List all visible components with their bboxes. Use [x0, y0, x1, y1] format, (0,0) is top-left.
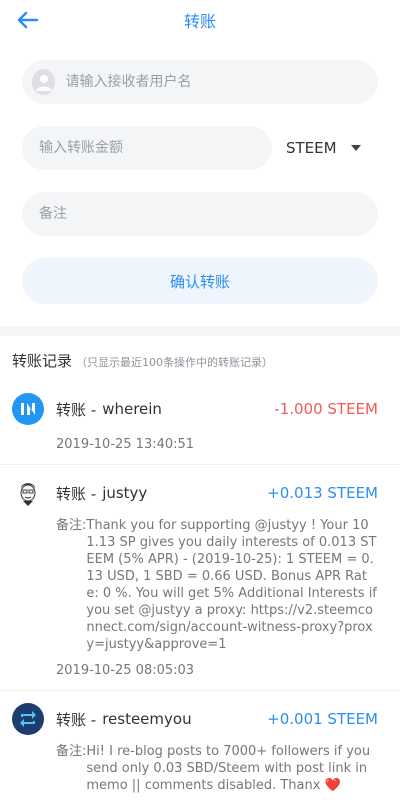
record-amount: +0.013 STEEM: [267, 484, 378, 502]
amount-input[interactable]: [39, 126, 272, 170]
currency-value: STEEM: [286, 139, 337, 157]
section-divider: [0, 326, 400, 336]
record-type: 转账 -: [56, 400, 97, 419]
memo-text: Hi! I re-blog posts to 7000+ followers i…: [86, 744, 371, 793]
page-title: 转账: [183, 12, 216, 31]
record-memo: 备注: Hi! I re-blog posts to 7000+ followe…: [56, 743, 378, 794]
list-item[interactable]: 转账 - justyy +0.013 STEEM 备注: Thank you f…: [0, 465, 400, 691]
record-time: 2019-10-25 08:05:03: [56, 663, 195, 678]
recipient-input[interactable]: [65, 60, 378, 104]
justyy-avatar-icon: [12, 477, 44, 509]
memo-label: 备注:: [56, 744, 87, 759]
record-memo: 备注: Thank you for supporting @justyy ! Y…: [56, 517, 378, 653]
memo-text: Thank you for supporting @justyy ! Your …: [86, 518, 377, 652]
memo-input[interactable]: [39, 192, 378, 236]
record-account: resteemyou: [102, 710, 192, 728]
list-item[interactable]: 转账 - wherein -1.000 STEEM 2019-10-25 13:…: [0, 381, 400, 465]
record-type: 转账 -: [56, 710, 97, 729]
confirm-transfer-button[interactable]: 确认转账: [22, 258, 378, 304]
list-item[interactable]: 转账 - resteemyou +0.001 STEEM 备注: Hi! I r…: [0, 691, 400, 800]
transfer-form: STEEM 确认转账: [0, 40, 400, 304]
record-account: wherein: [102, 400, 162, 418]
record-amount: +0.001 STEEM: [267, 710, 378, 728]
resteem-icon: [12, 703, 44, 735]
memo-field[interactable]: [22, 192, 378, 236]
chevron-down-icon: [350, 145, 361, 151]
amount-row: STEEM: [22, 126, 378, 170]
user-placeholder-icon: [32, 69, 56, 95]
app-header: 转账: [0, 0, 400, 40]
recipient-field[interactable]: [22, 60, 378, 104]
record-account: justyy: [102, 484, 148, 502]
record-type: 转账 -: [56, 484, 97, 503]
amount-field[interactable]: [22, 126, 272, 170]
memo-label: 备注:: [56, 518, 87, 533]
currency-select[interactable]: STEEM: [286, 139, 361, 157]
records-header: 转账记录 （只显示最近100条操作中的转账记录）: [0, 336, 400, 381]
record-time: 2019-10-25 13:40:51: [56, 437, 195, 452]
records-title: 转账记录: [12, 352, 73, 370]
back-button[interactable]: [14, 6, 42, 34]
wherein-logo-icon: [12, 393, 44, 425]
arrow-left-icon: [17, 11, 39, 29]
records-note: （只显示最近100条操作中的转账记录）: [76, 356, 274, 369]
record-amount: -1.000 STEEM: [274, 400, 378, 418]
